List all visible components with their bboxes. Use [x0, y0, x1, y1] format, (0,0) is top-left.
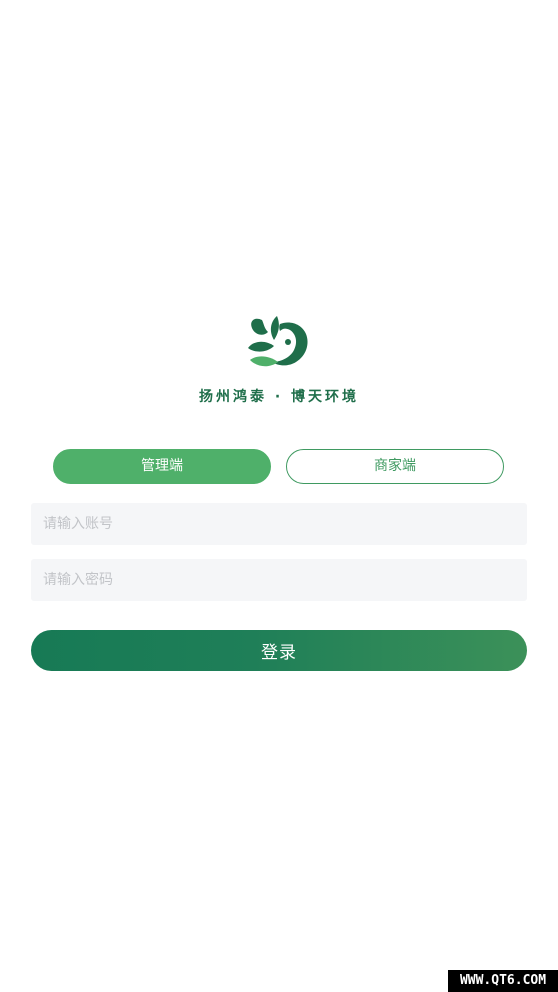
account-input[interactable]	[31, 503, 527, 545]
login-button[interactable]: 登录	[31, 630, 527, 671]
tab-admin[interactable]: 管理端	[53, 449, 271, 484]
brand-header: 扬州鸿泰 · 博天环境	[0, 312, 558, 406]
leaf-swirl-logo-icon	[248, 316, 308, 367]
role-tabs: 管理端 商家端	[53, 449, 505, 484]
company-name: 扬州鸿泰 · 博天环境	[198, 389, 360, 405]
login-page: 扬州鸿泰 · 博天环境 管理端 商家端 登录 WWW.QT6.COM	[0, 0, 558, 992]
password-input[interactable]	[31, 559, 527, 601]
site-watermark: WWW.QT6.COM	[448, 970, 558, 992]
password-field-container	[31, 559, 527, 601]
tab-merchant[interactable]: 商家端	[286, 449, 504, 484]
account-field-container	[31, 503, 527, 545]
